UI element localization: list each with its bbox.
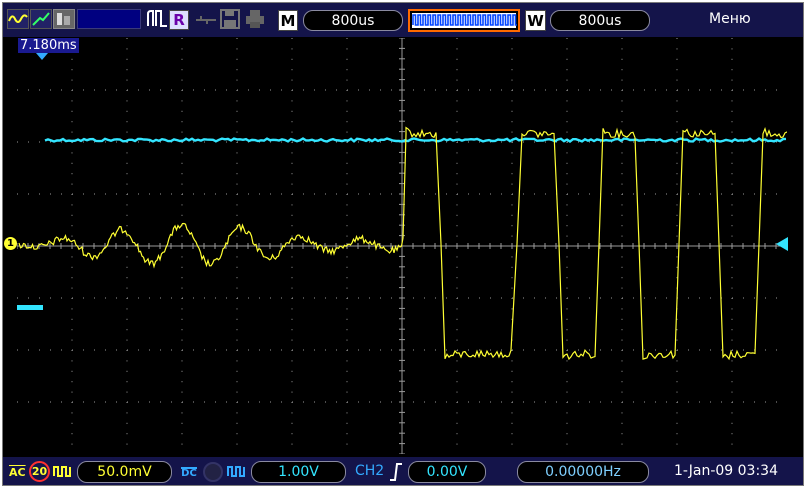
oscilloscope-display: R M 800us W 800us Меню 7.180ms 1 AC 20 5… bbox=[2, 2, 804, 486]
ch2-offset-marker[interactable] bbox=[17, 305, 43, 310]
trigger-level-marker[interactable] bbox=[776, 237, 788, 251]
trigger-level-display[interactable]: 0.00V bbox=[408, 461, 486, 483]
run-mode-badge[interactable]: R bbox=[169, 10, 189, 30]
top-toolbar: R M 800us W 800us Меню bbox=[3, 3, 803, 37]
waveform-screen[interactable] bbox=[17, 38, 787, 454]
usb-icon bbox=[195, 13, 217, 27]
trigger-offset-label: 7.180ms bbox=[18, 38, 79, 53]
frequency-counter-display: 0.00000Hz bbox=[517, 461, 649, 483]
ch1-coupling-label[interactable]: AC bbox=[9, 466, 26, 479]
memory-position-bar[interactable] bbox=[408, 9, 520, 32]
ch2-wave-icon[interactable] bbox=[30, 9, 52, 29]
window-mode-badge[interactable]: W bbox=[525, 10, 546, 31]
ch1-invert-icon[interactable] bbox=[53, 463, 73, 481]
ch2-coupling-label[interactable]: DC bbox=[178, 461, 200, 483]
ch1-bandwidth-limit-icon[interactable]: 20 bbox=[29, 461, 50, 482]
ch1-ground-marker[interactable]: 1 bbox=[4, 237, 17, 250]
timebase-mode-badge[interactable]: M bbox=[278, 10, 298, 31]
ref-slot-empty[interactable] bbox=[77, 9, 141, 29]
window-timebase-display[interactable]: 800us bbox=[550, 10, 650, 31]
ch2-bandwidth-limit-icon[interactable] bbox=[203, 462, 223, 482]
ch1-wave-icon[interactable] bbox=[7, 9, 29, 29]
ch2-coupling-text: DC bbox=[181, 466, 197, 479]
bottom-status-bar: AC 20 50.0mV DC 1.00V CH2 0.00V 0.00000H… bbox=[3, 457, 803, 485]
ch2-invert-icon[interactable] bbox=[227, 463, 247, 481]
timebase-display[interactable]: 800us bbox=[303, 10, 403, 31]
save-icon[interactable] bbox=[220, 9, 240, 29]
math-channel-icon[interactable] bbox=[53, 9, 75, 29]
trigger-position-marker[interactable] bbox=[36, 53, 48, 60]
ch2-scale-display[interactable]: 1.00V bbox=[251, 461, 346, 483]
run-status-icon bbox=[147, 9, 169, 29]
menu-button[interactable]: Меню bbox=[709, 11, 751, 27]
ch1-scale-display[interactable]: 50.0mV bbox=[77, 461, 172, 483]
trigger-edge-icon[interactable] bbox=[388, 462, 404, 482]
printer-icon[interactable] bbox=[245, 9, 265, 29]
date-time-display: 1-Jan-09 03:34 bbox=[674, 463, 778, 479]
trigger-source-label[interactable]: CH2 bbox=[355, 463, 384, 479]
